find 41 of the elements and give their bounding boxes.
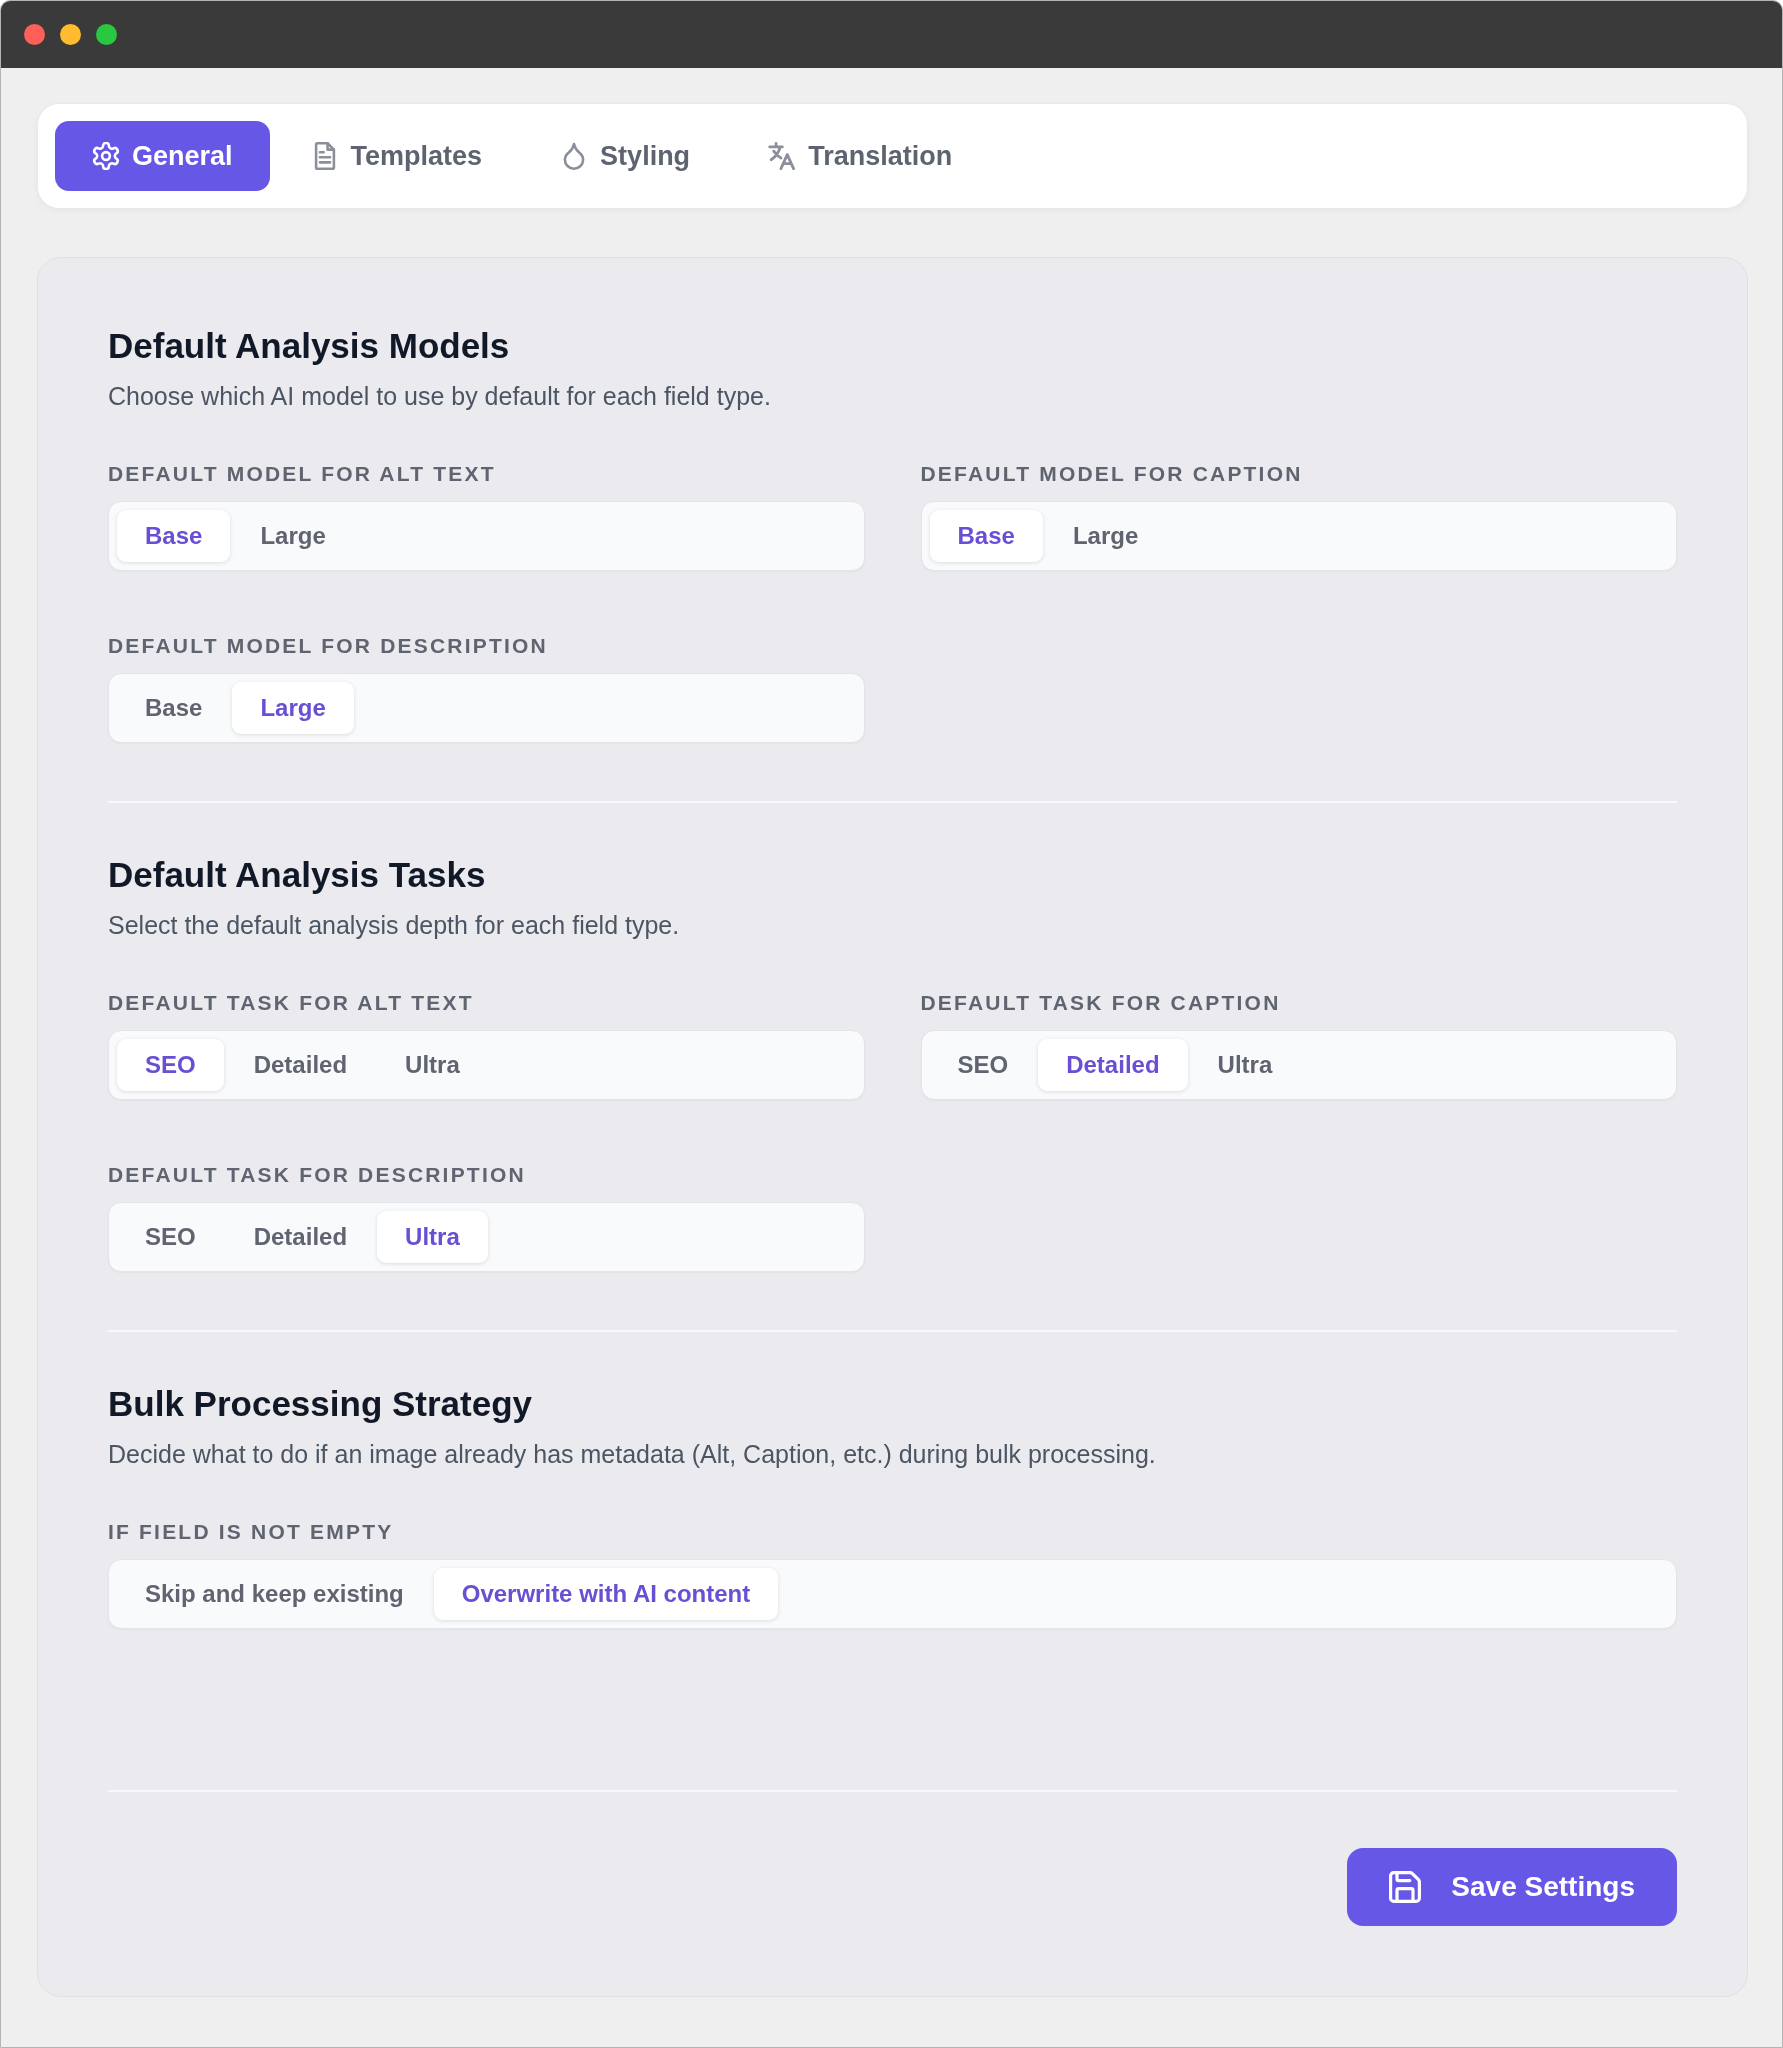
field-label: IF FIELD IS NOT EMPTY [108, 1519, 395, 1545]
section-heading: Default Analysis Models [108, 325, 511, 367]
segment-option[interactable]: Ultra [377, 1039, 488, 1091]
segment-option[interactable]: Base [117, 682, 231, 734]
segment-option[interactable]: SEO [117, 1211, 224, 1263]
section-description: Select the default analysis depth for each field type. [108, 910, 681, 941]
segment-option[interactable]: Overwrite with AI content [433, 1568, 779, 1620]
section-description: Choose which AI model to use by default for each field type. [108, 381, 772, 412]
window-zoom-icon[interactable] [96, 24, 117, 45]
segment-option[interactable]: Base [117, 510, 231, 562]
segment-option[interactable]: SEO [117, 1039, 224, 1091]
segment-option[interactable]: Detailed [225, 1039, 376, 1091]
gear-icon [92, 142, 120, 170]
tab[interactable]: Templates [273, 121, 520, 191]
field-label: DEFAULT MODEL FOR ALT TEXT [108, 461, 497, 487]
segment-option[interactable]: Detailed [1038, 1039, 1188, 1091]
tab[interactable]: General [55, 121, 270, 191]
field-label: DEFAULT TASK FOR CAPTION [920, 990, 1282, 1016]
save-button[interactable]: Save Settings [1347, 1848, 1677, 1926]
window-close-icon[interactable] [24, 24, 45, 45]
tab[interactable]: Styling [523, 121, 728, 191]
segment-option[interactable]: Large [232, 510, 354, 562]
field-label: DEFAULT MODEL FOR CAPTION [920, 461, 1304, 487]
segment-option[interactable]: Detailed [225, 1211, 376, 1263]
segment-option[interactable]: Skip and keep existing [117, 1568, 432, 1620]
segment-option[interactable]: SEO [929, 1039, 1037, 1091]
field-label: DEFAULT TASK FOR ALT TEXT [108, 990, 475, 1016]
segment-option[interactable]: Base [929, 510, 1043, 562]
segment-option[interactable]: Ultra [1189, 1039, 1301, 1091]
section-heading: Bulk Processing Strategy [108, 1383, 534, 1425]
section-description: Decide what to do if an image already has metadata (Alt, Caption, etc.) during bulk processing. [108, 1439, 1157, 1470]
section-heading: Default Analysis Tasks [108, 854, 487, 896]
segment-option[interactable]: Ultra [377, 1211, 488, 1263]
segment-option[interactable]: Large [232, 682, 354, 734]
tab[interactable]: Translation [731, 121, 990, 191]
field-label: DEFAULT MODEL FOR DESCRIPTION [108, 633, 549, 659]
field-label: DEFAULT TASK FOR DESCRIPTION [108, 1162, 527, 1188]
translate-icon [768, 142, 797, 170]
segment-option[interactable]: Large [1044, 510, 1167, 562]
save-icon [1389, 1871, 1422, 1903]
window-minimize-icon[interactable] [60, 24, 81, 45]
